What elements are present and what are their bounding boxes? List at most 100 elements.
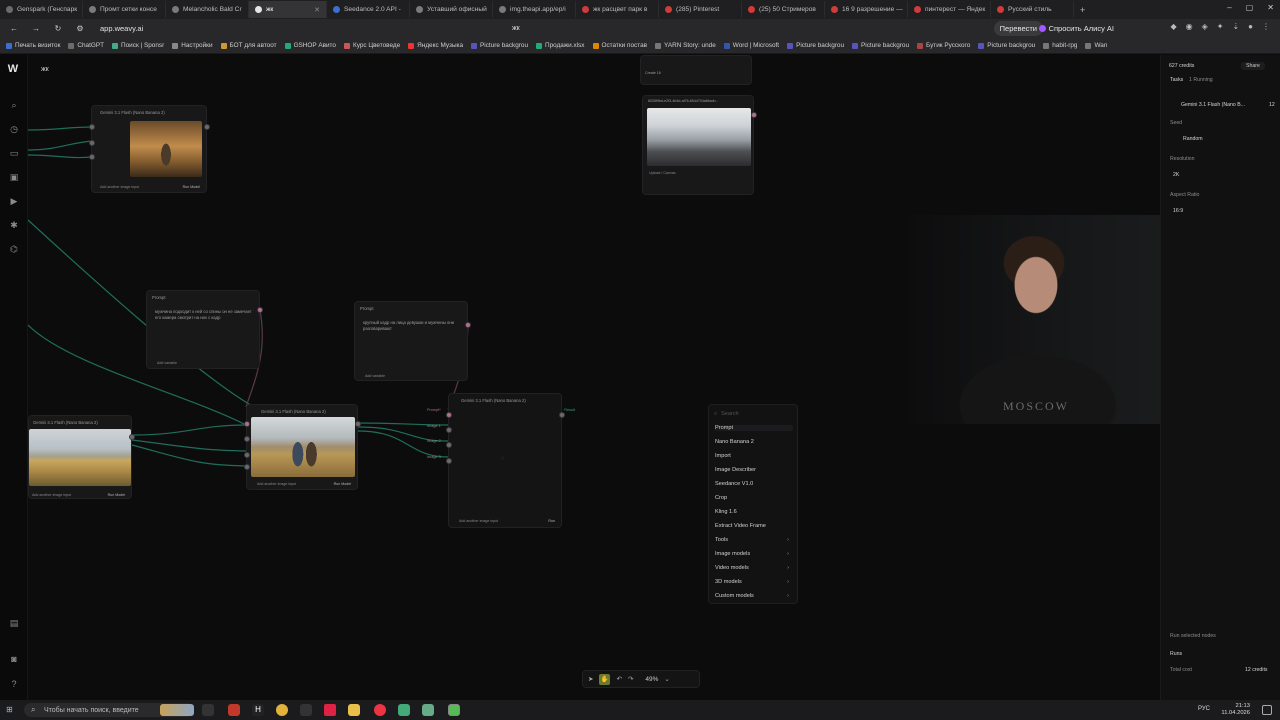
app-icon[interactable]	[300, 704, 312, 716]
browser-tab[interactable]: Genspark (Генспарк	[0, 1, 83, 18]
input-port[interactable]	[244, 452, 250, 458]
generated-image[interactable]	[29, 429, 131, 486]
output-port[interactable]	[204, 124, 210, 130]
browser-tab[interactable]: (285) Pinterest	[659, 1, 742, 18]
input-port[interactable]	[89, 140, 95, 146]
generated-image[interactable]	[251, 417, 355, 477]
app-icon[interactable]	[448, 704, 460, 716]
profile-icon[interactable]: ●	[1248, 22, 1253, 31]
bookmark-item[interactable]: ChatGPT	[68, 42, 104, 49]
bookmark-item[interactable]: Picture backgrou	[787, 42, 844, 49]
run-model-button[interactable]: Run Model	[108, 493, 125, 497]
app-icon[interactable]: H	[252, 704, 264, 716]
run-model-button[interactable]: Run Model	[183, 185, 200, 189]
menu-item[interactable]: Nano Banana 2	[715, 439, 793, 445]
bookmark-item[interactable]: Word | Microsoft	[723, 42, 779, 49]
bookmark-item[interactable]: Яндекс Музыка	[408, 42, 463, 49]
bookmark-item[interactable]: Бутик Русского	[917, 42, 970, 49]
menu-item[interactable]: Prompt	[715, 425, 793, 431]
input-port[interactable]	[446, 427, 452, 433]
menu-item[interactable]: Import	[715, 453, 793, 459]
file-explorer-icon[interactable]	[348, 704, 360, 716]
ask-alice-button[interactable]: Спросить Алису AI	[1033, 21, 1120, 36]
extension-icon[interactable]: ✦	[1217, 22, 1224, 31]
menu-item[interactable]: Image Describer	[715, 467, 793, 473]
browser-tab[interactable]: 16 9 разрешение —	[825, 1, 908, 18]
menu-item[interactable]: 3D models ›	[715, 579, 793, 585]
model-node-empty[interactable]: Gemini 3.1 Flash (Nano Banana 2) Prompt*…	[427, 393, 575, 528]
output-port[interactable]	[257, 307, 263, 313]
menu-item[interactable]: Custom models ›	[715, 593, 793, 599]
menu-item[interactable]: Kling 1.6	[715, 509, 793, 515]
video-icon[interactable]: ▶	[8, 195, 20, 207]
taskbar-clock[interactable]: 21:13 11.04.2026	[1221, 703, 1250, 717]
download-icon[interactable]: ⇣	[1232, 22, 1239, 31]
menu-icon[interactable]: ⋮	[1262, 22, 1270, 31]
add-image-input[interactable]: Add another image input	[459, 519, 498, 523]
browser-tab[interactable]: Melancholic Bald Cr	[166, 1, 249, 18]
generated-image[interactable]	[647, 108, 751, 166]
bookmark-item[interactable]: Picture backgrou	[978, 42, 1035, 49]
resolution-select[interactable]: 2K	[1173, 172, 1179, 178]
browser-tab[interactable]: пинтерест — Яндек	[908, 1, 991, 18]
output-node-top-right[interactable]: 6026f9bd-e2f3-4b4d-af76-6544704a8bcdn...…	[642, 95, 757, 195]
browser-tab[interactable]: жк расцвет парк в	[576, 1, 659, 18]
model-node-top-left[interactable]: Gemini 3.1 Flash (Nano Banana 2) Add ano…	[89, 105, 210, 193]
input-port[interactable]	[244, 421, 250, 427]
bookmark-item[interactable]: Picture backgrou	[471, 42, 528, 49]
back-icon[interactable]: ←	[8, 24, 20, 33]
bookmark-item[interactable]: Picture backgrou	[852, 42, 909, 49]
maximize-icon[interactable]: ▢	[1246, 3, 1254, 12]
prompt-node-mid[interactable]: Prompt крупный кадр на лица девушки и му…	[354, 301, 471, 381]
browser-tab[interactable]: (25) 50 Стримеров	[742, 1, 825, 18]
prompt-text[interactable]: крупный кадр на лица девушки и мужчины о…	[363, 320, 463, 332]
bookmark-item[interactable]: Курс Цветоведе	[343, 42, 400, 49]
bookmark-item[interactable]: Остатки постав	[592, 42, 647, 49]
add-image-input[interactable]: Add another image input	[257, 482, 296, 486]
forward-icon[interactable]: →	[30, 24, 42, 33]
model-node-bottom-mid[interactable]: Gemini 3.1 Flash (Nano Banana 2) Add ano…	[244, 404, 361, 490]
menu-item[interactable]: Extract Video Frame	[715, 523, 793, 529]
task-view-icon[interactable]	[202, 704, 214, 716]
browser-tab[interactable]: img.theapi.app/ep/i	[493, 1, 576, 18]
discord-icon[interactable]: ◙	[8, 653, 20, 665]
language-indicator[interactable]: РУС	[1198, 706, 1210, 712]
yandex-browser-icon[interactable]	[324, 704, 336, 716]
input-port[interactable]	[244, 464, 250, 470]
share-button[interactable]: Share	[1241, 62, 1265, 70]
close-window-icon[interactable]: ✕	[1267, 3, 1274, 12]
bookmark-item[interactable]: Настройки	[172, 42, 213, 49]
input-port[interactable]	[446, 442, 452, 448]
bookmark-item[interactable]: habit-rpg	[1043, 42, 1077, 49]
app-icon[interactable]	[374, 704, 386, 716]
nodes-icon[interactable]: ⌬	[8, 243, 20, 255]
browser-tab[interactable]: Промт сетки консе	[83, 1, 166, 18]
browser-tab[interactable]: Уставший офисный	[410, 1, 493, 18]
add-image-input[interactable]: Add another image input	[32, 493, 71, 497]
output-port[interactable]	[355, 421, 361, 427]
site-info-icon[interactable]: ⚙	[74, 24, 86, 33]
browser-tab[interactable]: жк ✕	[249, 1, 327, 18]
chevron-down-icon[interactable]: ⌄	[664, 675, 669, 683]
bookmark-item[interactable]: БОТ для автоот	[220, 42, 277, 49]
pointer-icon[interactable]: ➤	[588, 675, 593, 683]
input-port[interactable]	[446, 412, 452, 418]
redo-icon[interactable]: ↷	[628, 675, 633, 683]
menu-item[interactable]: Seedance V1.0	[715, 481, 793, 487]
browser-tab[interactable]: Seedance 2.0 API -	[327, 1, 410, 18]
app-icon[interactable]	[398, 704, 410, 716]
gallery-icon[interactable]: ▤	[8, 617, 20, 629]
hand-icon[interactable]: ✋	[599, 673, 611, 685]
add-image-input[interactable]: Add another image input	[100, 185, 139, 189]
undo-icon[interactable]: ↶	[616, 675, 621, 683]
input-port[interactable]	[89, 124, 95, 130]
windows-start-icon[interactable]: ⊞	[6, 705, 16, 715]
weather-widget-icon[interactable]	[160, 704, 194, 716]
run-model-button[interactable]: Run	[548, 519, 555, 523]
output-port[interactable]	[751, 112, 757, 118]
bookmark-item[interactable]: Поиск | Sponsr	[112, 42, 164, 49]
briefcase-icon[interactable]: ▭	[8, 147, 20, 159]
model-node-bottom-left[interactable]: Gemini 3.1 Flash (Nano Banana 2) Add ano…	[28, 415, 135, 499]
menu-item[interactable]: Video models ›	[715, 565, 793, 571]
seed-value[interactable]: Random	[1183, 136, 1203, 142]
